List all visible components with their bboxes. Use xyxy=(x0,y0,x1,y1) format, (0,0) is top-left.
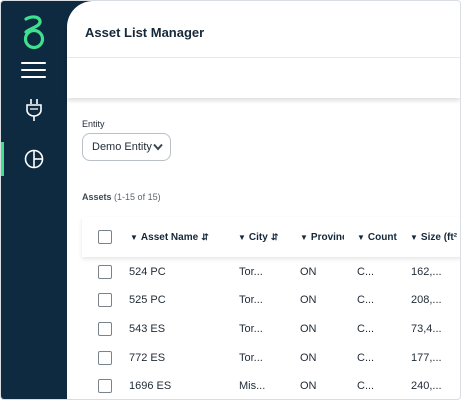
menu-line xyxy=(21,69,46,71)
cell-province: ON xyxy=(300,380,317,392)
row-checkbox[interactable] xyxy=(98,265,112,279)
column-label: Provinc xyxy=(310,231,344,243)
filter-icon[interactable]: ▼ xyxy=(357,233,365,242)
logo-icon xyxy=(23,15,45,50)
cell-asset-name: 543 ES xyxy=(129,323,166,335)
menu-line xyxy=(21,76,46,78)
column-label: City xyxy=(248,231,268,243)
cell-country: C... xyxy=(357,294,375,306)
app-window: Asset List Manager Entity Demo Entity As… xyxy=(0,0,461,400)
row-checkbox[interactable] xyxy=(98,351,112,365)
entity-dropdown-value: Demo Entity xyxy=(92,141,152,153)
sidebar-item-connections[interactable] xyxy=(1,93,67,127)
cell-country: C... xyxy=(357,352,375,364)
row-checkbox[interactable] xyxy=(98,379,112,393)
column-header-size[interactable]: ▼ Size (ft² xyxy=(410,217,460,257)
cell-asset-name: 1696 ES xyxy=(129,380,172,392)
filter-icon[interactable]: ▼ xyxy=(238,233,246,242)
cell-city: Tor... xyxy=(239,352,263,364)
filter-icon[interactable]: ▼ xyxy=(410,233,418,242)
sort-icon[interactable]: ⇵ xyxy=(271,232,279,243)
sidebar-item-assets[interactable] xyxy=(1,142,67,176)
filter-icon[interactable]: ▼ xyxy=(130,233,138,242)
cell-country: C... xyxy=(357,266,375,278)
pie-chart-icon xyxy=(24,149,44,169)
cell-country: C... xyxy=(357,380,375,392)
cell-asset-name: 524 PC xyxy=(129,266,166,278)
cell-city: Tor... xyxy=(239,294,263,306)
row-checkbox[interactable] xyxy=(98,322,112,336)
column-header-province[interactable]: ▼ Provinc xyxy=(300,217,344,257)
cell-size: 73,4... xyxy=(411,323,442,335)
page-title: Asset List Manager xyxy=(85,25,205,40)
table-row[interactable]: 524 PC Tor... ON C... 162,... xyxy=(82,258,460,286)
assets-range: (1-15 of 15) xyxy=(114,192,161,202)
sidebar xyxy=(1,1,67,399)
entity-label: Entity xyxy=(82,119,105,129)
header-divider xyxy=(67,57,460,58)
select-all-checkbox[interactable] xyxy=(98,230,112,244)
table-row[interactable]: 543 ES Tor... ON C... 73,4... xyxy=(82,315,460,343)
table-header: ▼ Asset Name ⇵ ▼ City ⇵ ▼ Provinc ▼ Coun… xyxy=(82,217,460,257)
table-row[interactable]: 1696 ES Mis... ON C... 240,... xyxy=(82,372,460,399)
cell-size: 240,... xyxy=(411,380,442,392)
chevron-down-icon xyxy=(153,143,163,151)
column-label: Asset Name xyxy=(140,231,199,243)
cell-size: 177,... xyxy=(411,352,442,364)
column-header-city[interactable]: ▼ City ⇵ xyxy=(238,217,288,257)
cell-city: Mis... xyxy=(239,380,266,392)
plug-icon xyxy=(26,99,42,121)
cell-city: Tor... xyxy=(239,266,263,278)
column-header-asset-name[interactable]: ▼ Asset Name ⇵ xyxy=(130,217,210,257)
cell-country: C... xyxy=(357,323,375,335)
assets-label: Assets xyxy=(82,192,112,202)
table-row[interactable]: 525 PC Tor... ON C... 208,... xyxy=(82,286,460,314)
assets-count-label: Assets (1-15 of 15) xyxy=(82,192,161,202)
cell-asset-name: 772 ES xyxy=(129,352,166,364)
entity-dropdown[interactable]: Demo Entity xyxy=(82,133,171,161)
row-checkbox[interactable] xyxy=(98,293,112,307)
cell-asset-name: 525 PC xyxy=(129,294,166,306)
cell-province: ON xyxy=(300,352,317,364)
column-label: Size (ft² xyxy=(420,231,458,243)
sort-icon[interactable]: ⇵ xyxy=(201,232,209,243)
table-row[interactable]: 772 ES Tor... ON C... 177,... xyxy=(82,344,460,372)
cell-size: 208,... xyxy=(411,294,442,306)
column-label: Count xyxy=(367,231,397,243)
header: Asset List Manager xyxy=(67,1,460,98)
filter-icon[interactable]: ▼ xyxy=(300,233,308,242)
cell-size: 162,... xyxy=(411,266,442,278)
menu-toggle-button[interactable] xyxy=(21,62,46,79)
cell-province: ON xyxy=(300,323,317,335)
cell-province: ON xyxy=(300,294,317,306)
cell-province: ON xyxy=(300,266,317,278)
menu-line xyxy=(21,62,46,64)
column-header-country[interactable]: ▼ Count xyxy=(357,217,398,257)
cell-city: Tor... xyxy=(239,323,263,335)
